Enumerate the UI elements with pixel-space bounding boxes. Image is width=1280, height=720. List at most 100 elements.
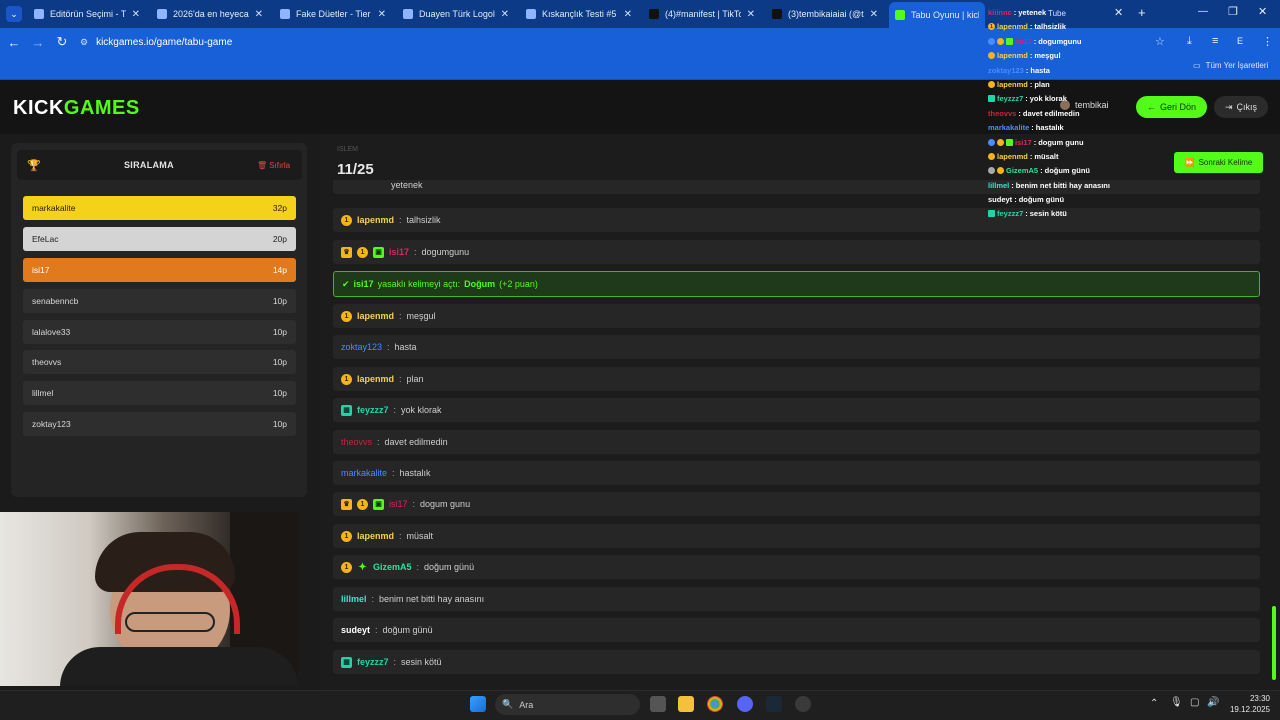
- tab-title: Fake Düetler - Tier Lis: [296, 9, 372, 19]
- chat-message: markakalite: hastalık: [333, 461, 1260, 485]
- player-score: 10p: [272, 419, 287, 429]
- player-score: 20p: [272, 234, 287, 244]
- overlay-text: müsalt: [1034, 152, 1059, 161]
- faded-label: ISLEM: [337, 146, 359, 153]
- player-score: 14p: [272, 265, 287, 275]
- message-text: doğum günü: [424, 562, 475, 572]
- player-score: 10p: [272, 357, 287, 367]
- close-icon[interactable]: ✕: [132, 9, 140, 20]
- overlay-text: sesin kötü: [1029, 209, 1067, 218]
- sub-badge-icon: 1: [357, 246, 368, 258]
- overlay-text: davet edilmedin: [1022, 109, 1080, 118]
- message-user: isi17: [389, 247, 410, 257]
- kickgames-logo[interactable]: KICKGAMES: [13, 97, 140, 120]
- grid-badge-icon: ▦: [341, 404, 352, 416]
- reset-button[interactable]: 🗑 Sıfırla: [257, 161, 290, 170]
- discord-icon[interactable]: [737, 696, 753, 712]
- windows-start-icon[interactable]: [470, 696, 486, 712]
- chrome-icon[interactable]: [707, 696, 723, 712]
- close-icon[interactable]: ✕: [255, 9, 263, 20]
- chat-message: sudeyt: doğum günü: [333, 618, 1260, 642]
- reload-icon[interactable]: ↻: [50, 34, 74, 50]
- message-user: zoktay123: [341, 342, 383, 352]
- tab-title: 2026'da en heyecanla: [173, 9, 249, 19]
- message-text: hasta: [394, 342, 417, 352]
- microphone-icon[interactable]: 🎙: [1170, 697, 1183, 708]
- taskbar: [0, 690, 1280, 720]
- overlay-text: doğum günü: [1044, 166, 1091, 175]
- overlay-user: kiiinnc: [988, 8, 1012, 17]
- sub-badge-icon: 1: [341, 373, 352, 385]
- close-icon[interactable]: ✕: [747, 9, 755, 20]
- taskbar-search[interactable]: 🔍 Ara: [495, 694, 640, 715]
- volume-icon[interactable]: 🔊: [1207, 697, 1219, 708]
- favicon-icon: [526, 9, 536, 19]
- tray-chevron-icon[interactable]: ⌃: [1150, 698, 1158, 709]
- badge-icon: [988, 38, 995, 45]
- close-icon[interactable]: ✕: [378, 9, 386, 20]
- reset-label: Sıfırla: [269, 161, 291, 170]
- clock[interactable]: 23:30 19.12.2025: [1224, 693, 1270, 715]
- favicon-icon: [34, 9, 44, 19]
- overlay-text: yetenek: [1018, 8, 1047, 17]
- task-view-icon[interactable]: [650, 696, 666, 712]
- browser-tab[interactable]: Editörün Seçimi - Tur ✕: [28, 4, 146, 24]
- system-message-user: isi17: [353, 279, 374, 289]
- url-bar[interactable]: ⚙ kickgames.io/game/tabu-game: [80, 37, 232, 48]
- trophy-icon: 🏆: [27, 160, 41, 172]
- overlay-text: dogum gunu: [1038, 138, 1084, 147]
- favicon-icon: [403, 9, 413, 19]
- webcam-feed: [0, 512, 298, 686]
- ranking-row: zoktay123 10p: [23, 412, 296, 436]
- player-name: lalalove33: [32, 327, 71, 337]
- chat-message: zoktay123: hasta: [333, 335, 1260, 359]
- chat-message: 1 ✦ GizemA5: doğum günü: [333, 555, 1260, 579]
- message-text: doğum günü: [382, 625, 433, 635]
- player-name: lillmel: [32, 388, 54, 398]
- overlay-user: theovvs: [988, 109, 1017, 118]
- chat-scrollbar[interactable]: [1272, 606, 1276, 680]
- message-text: sesin kötü: [401, 657, 442, 667]
- message-user: lapenmd: [357, 311, 395, 321]
- close-icon[interactable]: ✕: [501, 9, 509, 20]
- browser-tab[interactable]: Duayen Türk Logoları ✕: [397, 4, 515, 24]
- browser-tab[interactable]: 2026'da en heyecanla ✕: [151, 4, 269, 24]
- player-score: 10p: [272, 327, 287, 337]
- message-text: dogumgunu: [421, 247, 470, 257]
- favicon-icon: [157, 9, 167, 19]
- obs-icon[interactable]: [795, 696, 811, 712]
- browser-tab[interactable]: (4)#manifest | TikTok ✕: [643, 4, 761, 24]
- message-user: lapenmd: [357, 215, 395, 225]
- tab-search-icon[interactable]: ⌄: [6, 6, 22, 22]
- player-name: senabenncb: [32, 296, 79, 306]
- gift-badge-icon: ▣: [373, 498, 384, 510]
- browser-tab[interactable]: (3)tembikaiaiai (@ten ✕: [766, 4, 884, 24]
- network-icon[interactable]: ▢: [1190, 697, 1199, 708]
- crown-badge-icon: ♛: [341, 498, 352, 510]
- message-user: isi17: [389, 499, 408, 509]
- clock-date: 19.12.2025: [1229, 705, 1270, 714]
- file-explorer-icon[interactable]: [678, 696, 694, 712]
- forward-arrow-icon[interactable]: →: [26, 35, 50, 50]
- overlay-user: lillmel: [988, 181, 1010, 190]
- message-user: sudeyt: [341, 625, 371, 635]
- overlay-user: lapenmd: [997, 152, 1028, 161]
- browser-tab[interactable]: Kıskançlık Testi #5 - T ✕: [520, 4, 638, 24]
- crown-badge-icon: ♛: [341, 246, 352, 258]
- site-settings-icon[interactable]: ⚙: [80, 37, 88, 48]
- browser-tab[interactable]: Fake Düetler - Tier Lis ✕: [274, 4, 392, 24]
- close-icon[interactable]: ✕: [624, 9, 632, 20]
- sub-badge-icon: 1: [357, 498, 368, 510]
- player-score: 10p: [272, 296, 287, 306]
- back-arrow-icon[interactable]: ←: [2, 35, 26, 50]
- tab-title: Tabu Oyunu | kickga: [911, 10, 979, 20]
- sub-badge-icon: [997, 38, 1004, 45]
- message-user: lillmel: [341, 594, 367, 604]
- browser-tab-active[interactable]: Tabu Oyunu | kickga: [889, 2, 985, 28]
- taskbar-search-label: Ara: [519, 699, 534, 710]
- chat-message: 1 lapenmd: plan: [333, 367, 1260, 391]
- close-icon[interactable]: ✕: [870, 9, 878, 20]
- glasses: [125, 612, 215, 632]
- steam-icon[interactable]: [766, 696, 782, 712]
- overlay-user: isi17: [1015, 37, 1032, 46]
